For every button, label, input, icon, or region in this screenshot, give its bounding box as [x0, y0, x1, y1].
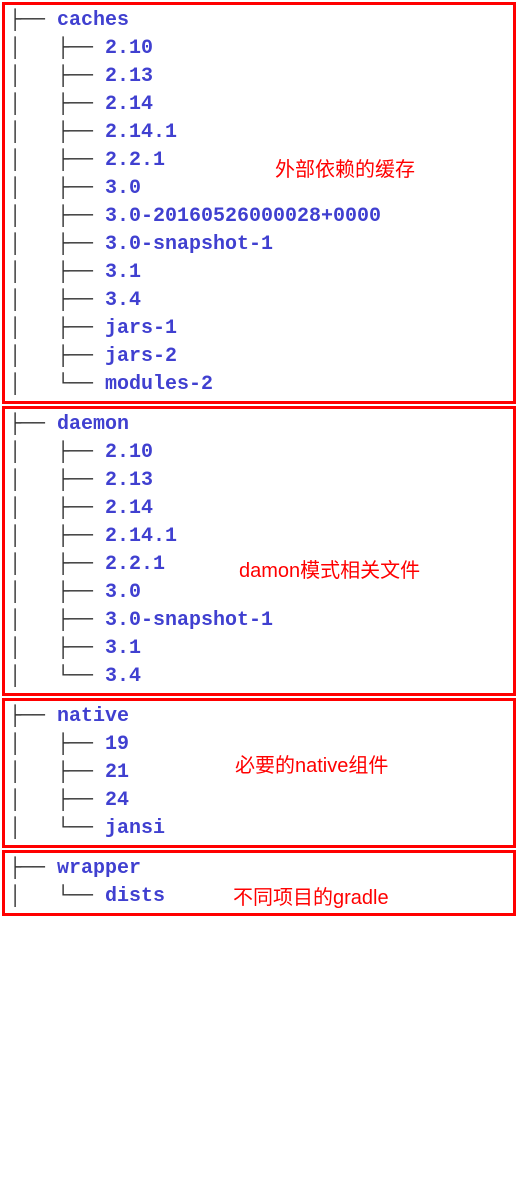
tree-branch-icon: │ ├──	[9, 497, 105, 520]
dir-label: 3.0-20160526000028+0000	[105, 205, 381, 228]
tree-root-wrapper: ├── wrapper	[9, 855, 509, 883]
tree-item: │ ├── 2.14	[9, 91, 509, 119]
tree-branch-icon: │ ├──	[9, 441, 105, 464]
dir-label: dists	[105, 885, 165, 908]
dir-label: 24	[105, 789, 129, 812]
section-caches: ├── caches│ ├── 2.10│ ├── 2.13│ ├── 2.14…	[2, 2, 516, 404]
tree-item: │ └── jansi	[9, 815, 509, 843]
tree-item: │ ├── 2.14.1	[9, 523, 509, 551]
dir-label: 3.4	[105, 665, 141, 688]
tree-item: │ ├── 3.0-snapshot-1	[9, 231, 509, 259]
tree-branch-icon: │ ├──	[9, 149, 105, 172]
tree-branch-icon: ├──	[9, 413, 57, 436]
tree-branch-icon: │ ├──	[9, 121, 105, 144]
dir-label: wrapper	[57, 857, 141, 880]
dir-label: 2.14.1	[105, 121, 177, 144]
dir-label: jars-2	[105, 345, 177, 368]
dir-label: modules-2	[105, 373, 213, 396]
annotation-label: 外部依赖的缓存	[275, 153, 415, 182]
dir-label: caches	[57, 9, 129, 32]
tree-branch-icon: ├──	[9, 705, 57, 728]
annotation-label: 不同项目的gradle	[233, 881, 389, 910]
tree-branch-icon: │ ├──	[9, 289, 105, 312]
dir-label: 3.1	[105, 261, 141, 284]
tree-branch-icon: ├──	[9, 9, 57, 32]
section-daemon: ├── daemon│ ├── 2.10│ ├── 2.13│ ├── 2.14…	[2, 406, 516, 696]
tree-branch-icon: │ ├──	[9, 789, 105, 812]
tree-root-caches: ├── caches	[9, 7, 509, 35]
tree-branch-icon: │ ├──	[9, 761, 105, 784]
dir-label: native	[57, 705, 129, 728]
tree-branch-icon: │ ├──	[9, 261, 105, 284]
tree-branch-icon: │ ├──	[9, 37, 105, 60]
tree-branch-icon: │ ├──	[9, 93, 105, 116]
tree-item: │ ├── jars-2	[9, 343, 509, 371]
dir-label: 2.13	[105, 469, 153, 492]
dir-label: 3.0	[105, 177, 141, 200]
dir-label: 2.14	[105, 497, 153, 520]
dir-label: 3.4	[105, 289, 141, 312]
dir-label: 2.13	[105, 65, 153, 88]
tree-item: │ ├── 3.0	[9, 175, 509, 203]
tree-branch-last-icon: │ └──	[9, 817, 105, 840]
tree-item: │ ├── jars-1	[9, 315, 509, 343]
tree-item: │ ├── 2.13	[9, 63, 509, 91]
dir-label: 3.0	[105, 581, 141, 604]
dir-label: daemon	[57, 413, 129, 436]
tree-branch-last-icon: │ └──	[9, 665, 105, 688]
tree-item: │ ├── 2.14.1	[9, 119, 509, 147]
tree-item: │ ├── 3.1	[9, 635, 509, 663]
tree-branch-icon: │ ├──	[9, 469, 105, 492]
tree-branch-last-icon: │ └──	[9, 885, 105, 908]
tree-item: │ ├── 2.14	[9, 495, 509, 523]
tree-branch-icon: │ ├──	[9, 637, 105, 660]
tree-branch-icon: │ ├──	[9, 525, 105, 548]
tree-branch-icon: ├──	[9, 857, 57, 880]
dir-label: 2.14.1	[105, 525, 177, 548]
tree-item: │ ├── 3.0	[9, 579, 509, 607]
tree-item: │ └── 3.4	[9, 663, 509, 691]
tree-root-native: ├── native	[9, 703, 509, 731]
tree-branch-icon: │ ├──	[9, 581, 105, 604]
dir-label: 3.0-snapshot-1	[105, 233, 273, 256]
dir-label: 2.10	[105, 441, 153, 464]
tree-branch-icon: │ ├──	[9, 233, 105, 256]
tree-branch-icon: │ ├──	[9, 345, 105, 368]
tree-branch-icon: │ ├──	[9, 177, 105, 200]
tree-item: │ ├── 2.13	[9, 467, 509, 495]
annotation-label: damon模式相关文件	[239, 554, 420, 583]
dir-label: 19	[105, 733, 129, 756]
tree-branch-icon: │ ├──	[9, 733, 105, 756]
dir-label: 21	[105, 761, 129, 784]
tree-item: │ ├── 3.1	[9, 259, 509, 287]
tree-item: │ ├── 2.10	[9, 35, 509, 63]
section-native: ├── native│ ├── 19│ ├── 21│ ├── 24│ └── …	[2, 698, 516, 848]
tree-item: │ ├── 3.0-snapshot-1	[9, 607, 509, 635]
tree-branch-icon: │ ├──	[9, 205, 105, 228]
tree-root-daemon: ├── daemon	[9, 411, 509, 439]
annotation-label: 必要的native组件	[235, 749, 388, 778]
dir-label: 3.1	[105, 637, 141, 660]
dir-label: jansi	[105, 817, 165, 840]
dir-label: 3.0-snapshot-1	[105, 609, 273, 632]
tree-item: │ └── modules-2	[9, 371, 509, 399]
tree-item: │ ├── 3.0-20160526000028+0000	[9, 203, 509, 231]
tree-item: │ ├── 2.2.1	[9, 147, 509, 175]
tree-item: │ ├── 24	[9, 787, 509, 815]
dir-label: 2.14	[105, 93, 153, 116]
tree-branch-icon: │ ├──	[9, 65, 105, 88]
dir-label: 2.2.1	[105, 553, 165, 576]
tree-branch-icon: │ ├──	[9, 609, 105, 632]
tree-item: │ ├── 2.10	[9, 439, 509, 467]
tree-branch-last-icon: │ └──	[9, 373, 105, 396]
tree-item: │ ├── 3.4	[9, 287, 509, 315]
section-wrapper: ├── wrapper│ └── dists不同项目的gradle	[2, 850, 516, 916]
tree-branch-icon: │ ├──	[9, 553, 105, 576]
dir-label: 2.10	[105, 37, 153, 60]
tree-branch-icon: │ ├──	[9, 317, 105, 340]
dir-label: 2.2.1	[105, 149, 165, 172]
dir-label: jars-1	[105, 317, 177, 340]
